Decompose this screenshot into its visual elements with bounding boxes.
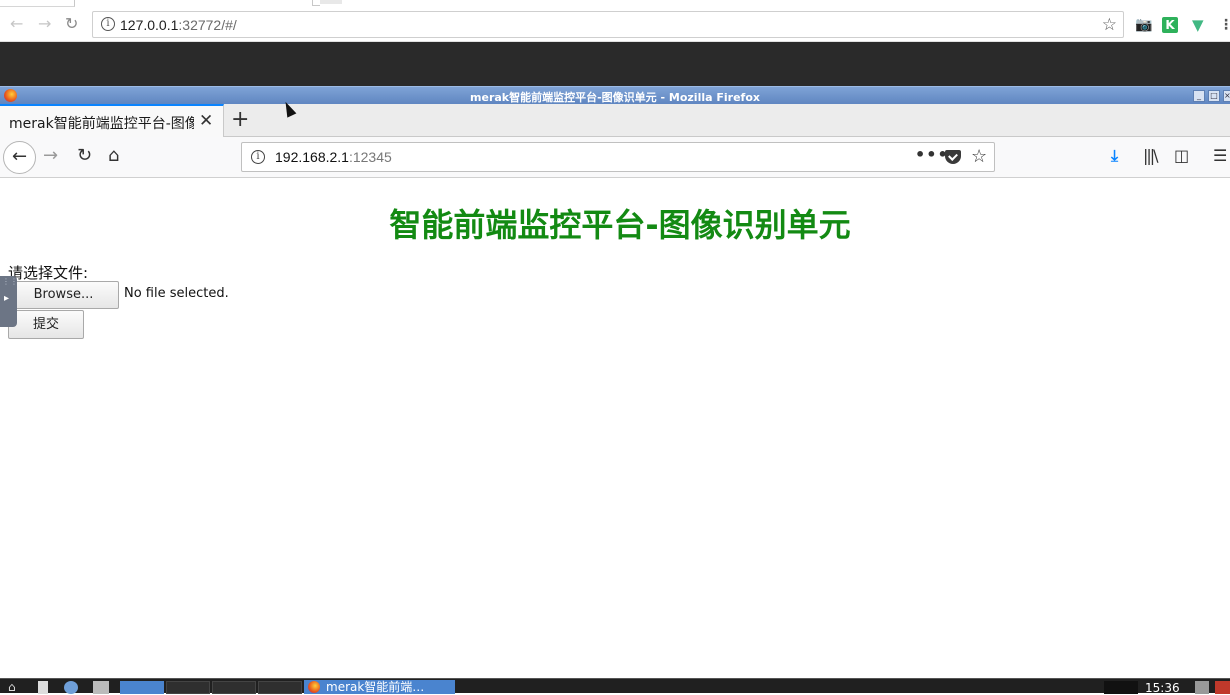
file-label: 请选择文件: [8, 264, 89, 282]
extension-vue-icon[interactable]: ▼ [1192, 17, 1204, 33]
workspace-3[interactable] [258, 681, 302, 694]
info-icon[interactable]: i [251, 150, 265, 164]
taskbar-firefox-launcher[interactable] [120, 681, 164, 694]
page-actions-icon[interactable]: ••• [915, 145, 949, 164]
menu-icon[interactable]: ⋮ [1219, 17, 1230, 33]
library-icon[interactable]: |||\ [1143, 147, 1159, 165]
extension-k-icon[interactable]: K [1162, 17, 1178, 33]
globe-icon[interactable] [64, 681, 78, 694]
desktop-icon[interactable] [93, 681, 109, 694]
info-icon[interactable]: i [101, 17, 115, 31]
chrome-url-host: 127.0.0.1 [120, 17, 179, 33]
workspace-2[interactable] [212, 681, 256, 694]
new-tab-icon[interactable]: + [231, 107, 249, 133]
back-icon[interactable]: ← [10, 16, 23, 32]
sidebar-icon[interactable]: ◫ [1174, 147, 1189, 165]
bookmark-star-icon[interactable]: ☆ [971, 146, 987, 167]
chrome-tab-stub[interactable] [320, 0, 342, 4]
tray-area [1104, 681, 1138, 694]
chrome-tab-edge [312, 0, 320, 6]
window-title: merak智能前端监控平台-图像识单元 - Mozilla Firefox [470, 91, 760, 104]
reload-icon[interactable]: ↻ [65, 16, 78, 32]
start-menu-icon[interactable]: ⌂ [8, 681, 16, 694]
download-icon[interactable]: ⤓ [1111, 147, 1118, 165]
file-status: No file selected. [124, 286, 229, 301]
taskbar: ⌂ merak智能前端… 15:36 [0, 678, 1230, 695]
chrome-tab[interactable] [0, 0, 75, 7]
firefox-task-icon [308, 681, 320, 693]
back-button[interactable]: ← [3, 141, 36, 174]
firefox-tab-bar: merak智能前端监控平台-图像识别单元 ✕ + [0, 104, 1230, 137]
menu-icon[interactable]: ☰ [1213, 147, 1227, 165]
chrome-address-bar[interactable]: i 127.0.0.1:32772/#/ ☆ [92, 11, 1124, 38]
dark-separator [0, 42, 1230, 86]
firefox-nav-bar: ← → ↻ ⌂ i 192.168.2.1:12345 ••• ☆ ⤓ |||\… [0, 137, 1230, 178]
star-icon[interactable]: ☆ [1102, 15, 1117, 35]
maximize-icon[interactable]: □ [1208, 90, 1220, 102]
page-title: 智能前端监控平台-图像识别单元 [389, 206, 851, 244]
task-label: merak智能前端… [326, 680, 425, 694]
reload-icon[interactable]: ↻ [77, 146, 92, 166]
close-window-icon[interactable]: × [1223, 90, 1230, 102]
home-icon[interactable]: ⌂ [108, 146, 119, 166]
url-host: 192.168.2.1 [275, 149, 349, 165]
chrome-toolbar: ← → ↻ i 127.0.0.1:32772/#/ ☆ 📷 K ▼ ⋮ [0, 7, 1230, 42]
camera-icon[interactable]: 📷 [1135, 17, 1152, 33]
side-panel-handle[interactable] [0, 276, 18, 327]
chrome-url[interactable]: 127.0.0.1:32772/#/ [120, 17, 237, 33]
minimize-icon[interactable]: _ [1193, 90, 1205, 102]
files-icon[interactable] [38, 681, 48, 694]
clock: 15:36 [1145, 681, 1180, 695]
tab-label: merak智能前端监控平台-图像识别单元 [9, 116, 194, 132]
firefox-titlebar: merak智能前端监控平台-图像识单元 - Mozilla Firefox _ … [0, 86, 1230, 104]
forward-icon[interactable]: → [38, 16, 51, 32]
tab-merak[interactable]: merak智能前端监控平台-图像识别单元 ✕ [0, 104, 224, 137]
url-bar[interactable]: i 192.168.2.1:12345 ••• ☆ [241, 142, 995, 172]
url-port: :12345 [348, 149, 392, 165]
browse-button[interactable]: Browse... [8, 281, 119, 309]
taskbar-task-firefox[interactable]: merak智能前端… [304, 680, 455, 694]
forward-icon[interactable]: → [43, 146, 58, 166]
chrome-tab-strip [0, 0, 1230, 7]
url-text[interactable]: 192.168.2.1:12345 [275, 149, 392, 165]
close-tab-icon[interactable]: ✕ [199, 111, 213, 131]
chrome-url-path: :32772/#/ [178, 17, 237, 33]
power-icon[interactable] [1215, 681, 1230, 694]
pocket-icon[interactable] [945, 150, 961, 164]
workspace-1[interactable] [166, 681, 210, 694]
submit-button[interactable]: 提交 [8, 310, 84, 339]
tray-icon[interactable] [1195, 681, 1209, 694]
